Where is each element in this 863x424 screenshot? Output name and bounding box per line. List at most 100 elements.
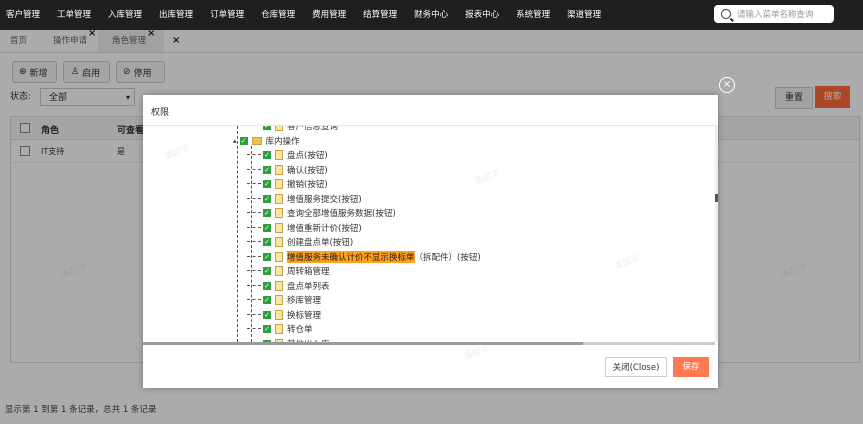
top-menu: 客户管理 工单管理 入库管理 出库管理 订单管理 仓库管理 费用管理 结算管理 财务中心 报表中心… [6,0,618,30]
tree-node[interactable]: ✓ 撤销(按钮) [247,178,328,190]
tree-node[interactable]: ✓ 盘点单列表 [247,280,330,292]
page-icon [275,179,283,189]
page-icon [275,208,283,218]
dialog-header: 权限 [143,95,718,126]
page-icon [275,295,283,305]
tree-checkbox[interactable]: ✓ [239,136,248,145]
tree-connector [247,270,261,272]
top-menu-item[interactable]: 结算管理 [363,0,397,30]
scrollbar-thumb[interactable] [143,342,583,345]
dialog-title: 权限 [151,108,170,118]
page-icon [275,164,283,175]
close-icon[interactable]: × [719,77,735,93]
tree-node-label: 客户信息查询 [287,126,339,132]
tree-checkbox[interactable]: ✓ [263,281,271,290]
tree-node-label: 移库管理 [287,296,322,306]
tree-vertical-scrollbar[interactable] [715,126,718,342]
tree-connector [247,168,261,171]
tree-connector [247,328,261,330]
tree-connector [247,284,261,287]
tree-checkbox[interactable]: ✓ [263,325,271,333]
page-icon [275,251,283,262]
page-icon [275,193,283,204]
top-menu-item[interactable]: 出库管理 [159,0,193,30]
tree-checkbox[interactable]: ✓ [263,180,271,188]
tree-node[interactable]: ✓ 查询全部增值服务数据(按钮) [247,207,396,219]
save-button[interactable]: 保存 [673,357,709,377]
tree-connector [247,197,261,200]
tree-node-label: 增值重新计价(按钮) [287,223,362,234]
tree-checkbox[interactable]: ✓ [263,296,271,304]
tree-node[interactable]: ✓ 转仓单 [247,323,313,335]
tree-node-label: 盘点(按钮) [287,151,328,161]
top-menu-item[interactable]: 渠道管理 [567,0,601,30]
tree-checkbox[interactable]: ✓ [263,194,271,203]
page-icon [275,126,283,131]
tree-node-label: 增值服务未确认计价不显示换标单 [287,250,415,263]
tree-node-label: 盘点单列表 [287,281,330,292]
top-menu-item[interactable]: 入库管理 [108,0,142,30]
tree-checkbox[interactable]: ✓ [263,151,271,159]
top-menu-item[interactable]: 工单管理 [57,0,91,30]
tree-node[interactable]: ✓ 增值服务未确认计价不显示换标单 （拆配件）(按钮) [247,250,481,263]
tree-node[interactable]: ✓ 盘点(按钮) [247,149,328,161]
page-icon [275,309,283,320]
top-menu-item[interactable]: 系统管理 [516,0,550,30]
tree-checkbox[interactable]: ✓ [263,223,271,232]
scrollbar-thumb[interactable] [715,194,718,202]
page-icon [275,237,283,247]
tree-node-label: 周转箱管理 [287,267,330,277]
close-button[interactable]: 关闭(Close) [605,357,667,377]
top-menu-item[interactable]: 费用管理 [312,0,346,30]
menu-search-input[interactable]: 请输入菜单名称查询 [737,8,814,20]
top-menu-item[interactable]: 报表中心 [465,0,499,30]
tree-connector [247,255,261,258]
search-icon [721,9,731,19]
tree-node[interactable]: ✓ 移库管理 [247,294,321,306]
tree-node-suffix: （拆配件）(按钮) [414,252,481,263]
tree-node[interactable]: ✓ 增值服务提交(按钮) [247,193,362,205]
tree-checkbox[interactable]: ✓ [263,209,271,217]
tree-connector [247,299,261,301]
tree-checkbox[interactable]: ✓ [263,126,271,130]
top-menu-item[interactable]: 订单管理 [210,0,244,30]
tree-checkbox[interactable]: ✓ [263,310,271,319]
tree-connector [247,241,261,243]
tree-connector [247,154,261,156]
tree-node[interactable]: ✓ 周转箱管理 [247,265,330,277]
tree-checkbox[interactable]: ✓ [263,238,271,246]
tree-node-label: 增值服务提交(按钮) [287,194,362,205]
folder-icon [251,136,262,145]
tree-node-label: 创建盘点单(按钮) [287,238,354,248]
tree-node[interactable]: ✓ 换标管理 [247,309,321,321]
page-icon [275,150,283,160]
tree-horizontal-scrollbar[interactable] [143,342,715,345]
tree-node[interactable]: ✓ 确认(按钮) [247,164,328,176]
page-icon [275,222,283,233]
tree-connector [247,126,261,127]
tree-node[interactable]: ▴ ✓ 库内操作 [233,135,300,147]
tree-node[interactable]: ✓ 客户信息查询 [247,126,338,132]
tree-node[interactable]: ✓ 创建盘点单(按钮) [247,236,353,248]
tree-node[interactable]: ✓ 增值重新计价(按钮) [247,222,362,234]
tree-checkbox[interactable]: ✓ [263,252,271,261]
tree-node-label: 库内操作 [265,136,300,147]
tree-node-label: 查询全部增值服务数据(按钮) [287,209,396,219]
tree-node-label: 撤销(按钮) [287,180,328,190]
top-menu-item[interactable]: 仓库管理 [261,0,295,30]
tree-guide-line [237,126,238,342]
tree-connector [247,183,261,185]
menu-search-box[interactable]: 请输入菜单名称查询 [714,5,834,23]
tree-connector [247,313,261,316]
tree-checkbox[interactable]: ✓ [263,165,271,174]
top-nav-bar: 客户管理 工单管理 入库管理 出库管理 订单管理 仓库管理 费用管理 结算管理 财务中心 报表中心… [0,0,863,30]
page-icon [275,324,283,334]
top-menu-item[interactable]: 客户管理 [6,0,40,30]
tree-checkbox[interactable]: ✓ [263,267,271,275]
tree-node-label: 确认(按钮) [287,165,328,176]
tree-connector [247,212,261,214]
permission-tree: ✓ 客户信息查询 ▴ ✓ 库内操作 ✓ 盘点(按钮) ✓ 确认(按钮) ✓ 撤销(按钮) ✓ 增值服务提… [143,126,715,342]
top-menu-item[interactable]: 财务中心 [414,0,448,30]
expand-toggle-icon[interactable]: ▴ [233,137,237,145]
tree-node-label: 换标管理 [287,310,322,321]
